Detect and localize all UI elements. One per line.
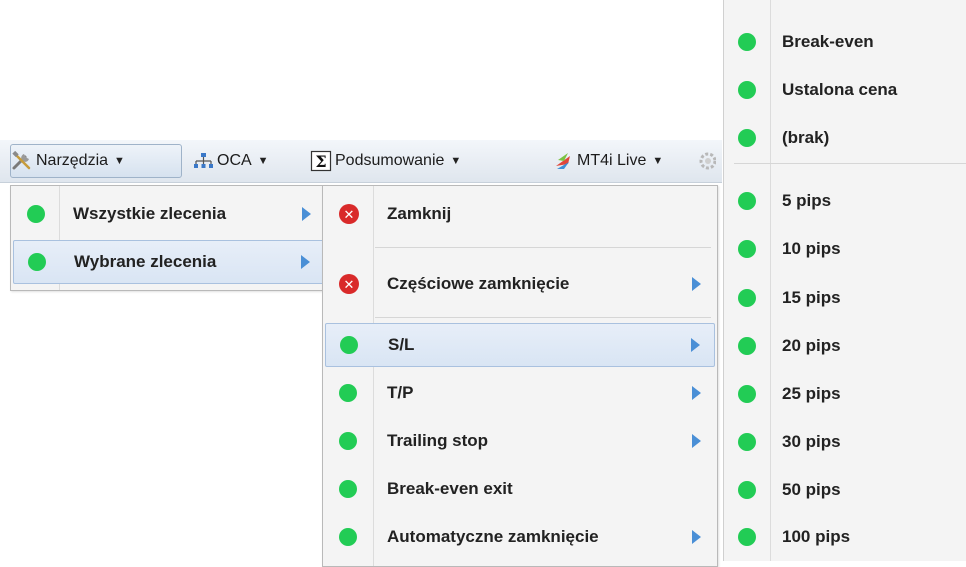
menu-separator: [734, 163, 966, 164]
menu-item-label: 15 pips: [782, 288, 841, 307]
menu-item-100-pips[interactable]: 100 pips: [724, 513, 966, 561]
close-icon: ✕: [339, 274, 359, 294]
tools-dropdown-menu: Wszystkie zlecenia Wybrane zlecenia: [10, 185, 328, 291]
green-dot-icon: [738, 289, 756, 307]
sigma-icon: Σ: [310, 150, 332, 172]
menu-item-close[interactable]: ✕ Zamknij: [325, 192, 715, 236]
sl-submenu: Break-even Ustalona cena (brak) 5 pips 1…: [723, 0, 966, 561]
menu-item-label: 30 pips: [782, 432, 841, 451]
svg-text:Σ: Σ: [315, 152, 326, 171]
menu-item-label: T/P: [387, 383, 414, 402]
menu-item-trailing-stop[interactable]: Trailing stop: [325, 419, 715, 463]
submenu-arrow-icon: [691, 338, 700, 352]
green-dot-icon: [28, 253, 46, 271]
menu-item-label: 10 pips: [782, 239, 841, 258]
menu-item-5-pips[interactable]: 5 pips: [724, 177, 966, 225]
menu-item-label: Wszystkie zlecenia: [73, 204, 227, 223]
menu-item-selected-orders[interactable]: Wybrane zlecenia: [13, 240, 325, 284]
toolbar-button-summary[interactable]: Σ Podsumowanie ▼: [310, 144, 461, 178]
menu-item-label: 20 pips: [782, 336, 841, 355]
green-dot-icon: [738, 337, 756, 355]
menu-item-10-pips[interactable]: 10 pips: [724, 225, 966, 273]
menu-item-fixed-price[interactable]: Ustalona cena: [724, 66, 966, 114]
toolbar-button-label: Narzędzia: [36, 152, 109, 169]
submenu-arrow-icon: [302, 207, 311, 221]
toolbar-button-tools[interactable]: Narzędzia ▼: [10, 144, 182, 178]
menu-item-15-pips[interactable]: 15 pips: [724, 274, 966, 322]
menu-item-label: S/L: [388, 335, 415, 354]
selected-orders-submenu: ✕ Zamknij ✕ Częściowe zamknięcie S/L T/P…: [322, 185, 718, 567]
submenu-arrow-icon: [301, 255, 310, 269]
hierarchy-icon: [192, 150, 214, 172]
menu-item-label: Automatyczne zamknięcie: [387, 527, 599, 546]
green-dot-icon: [738, 433, 756, 451]
menu-item-label: Trailing stop: [387, 431, 489, 450]
tools-icon: [11, 150, 33, 172]
green-dot-icon: [339, 528, 357, 546]
menu-item-label: 100 pips: [782, 527, 851, 546]
green-dot-icon: [339, 384, 357, 402]
toolbar: Narzędzia ▼ OCA ▼ Σ Podsumowanie ▼ MT4i …: [0, 140, 722, 183]
submenu-arrow-icon: [692, 277, 701, 291]
green-dot-icon: [339, 432, 357, 450]
toolbar-button-settings[interactable]: [694, 144, 716, 178]
menu-item-label: Częściowe zamknięcie: [387, 274, 570, 293]
submenu-arrow-icon: [692, 386, 701, 400]
toolbar-button-mt4i-live[interactable]: MT4i Live ▼: [552, 144, 663, 178]
menu-item-partial-close[interactable]: ✕ Częściowe zamknięcie: [325, 262, 715, 306]
toolbar-button-oca[interactable]: OCA ▼: [192, 144, 269, 178]
menu-item-30-pips[interactable]: 30 pips: [724, 418, 966, 466]
mt4-logo-icon: [552, 150, 574, 172]
toolbar-button-label: MT4i Live: [577, 152, 647, 169]
close-icon: ✕: [339, 204, 359, 224]
menu-item-label: Break-even: [782, 32, 874, 51]
gear-icon: [694, 150, 716, 172]
submenu-arrow-icon: [692, 530, 701, 544]
menu-separator: [375, 317, 711, 318]
menu-item-stop-loss[interactable]: S/L: [325, 323, 715, 367]
chevron-down-icon: ▼: [652, 155, 664, 167]
green-dot-icon: [738, 385, 756, 403]
menu-item-label: 50 pips: [782, 480, 841, 499]
chevron-down-icon: ▼: [114, 155, 125, 167]
menu-separator: [375, 247, 711, 248]
menu-item-take-profit[interactable]: T/P: [325, 371, 715, 415]
green-dot-icon: [738, 33, 756, 51]
menu-item-label: 25 pips: [782, 384, 841, 403]
submenu-arrow-icon: [692, 434, 701, 448]
menu-item-label: Wybrane zlecenia: [74, 252, 217, 271]
chevron-down-icon: ▼: [450, 155, 462, 167]
green-dot-icon: [27, 205, 45, 223]
green-dot-icon: [738, 481, 756, 499]
green-dot-icon: [738, 81, 756, 99]
chevron-down-icon: ▼: [257, 155, 269, 167]
menu-item-50-pips[interactable]: 50 pips: [724, 466, 966, 514]
toolbar-button-label: OCA: [217, 152, 252, 169]
green-dot-icon: [339, 480, 357, 498]
menu-item-break-even[interactable]: Break-even: [724, 18, 966, 66]
menu-item-label: 5 pips: [782, 191, 832, 210]
menu-item-label: Break-even exit: [387, 479, 513, 498]
toolbar-button-label: Podsumowanie: [335, 152, 445, 169]
green-dot-icon: [738, 129, 756, 147]
menu-item-label: (brak): [782, 128, 830, 147]
menu-item-label: Ustalona cena: [782, 80, 898, 99]
menu-item-auto-close[interactable]: Automatyczne zamknięcie: [325, 515, 715, 559]
green-dot-icon: [340, 336, 358, 354]
green-dot-icon: [738, 528, 756, 546]
menu-item-25-pips[interactable]: 25 pips: [724, 370, 966, 418]
green-dot-icon: [738, 240, 756, 258]
menu-item-20-pips[interactable]: 20 pips: [724, 322, 966, 370]
menu-item-break-even-exit[interactable]: Break-even exit: [325, 467, 715, 511]
green-dot-icon: [738, 192, 756, 210]
menu-item-all-orders[interactable]: Wszystkie zlecenia: [13, 192, 325, 236]
menu-item-none[interactable]: (brak): [724, 114, 966, 162]
menu-item-label: Zamknij: [387, 204, 452, 223]
